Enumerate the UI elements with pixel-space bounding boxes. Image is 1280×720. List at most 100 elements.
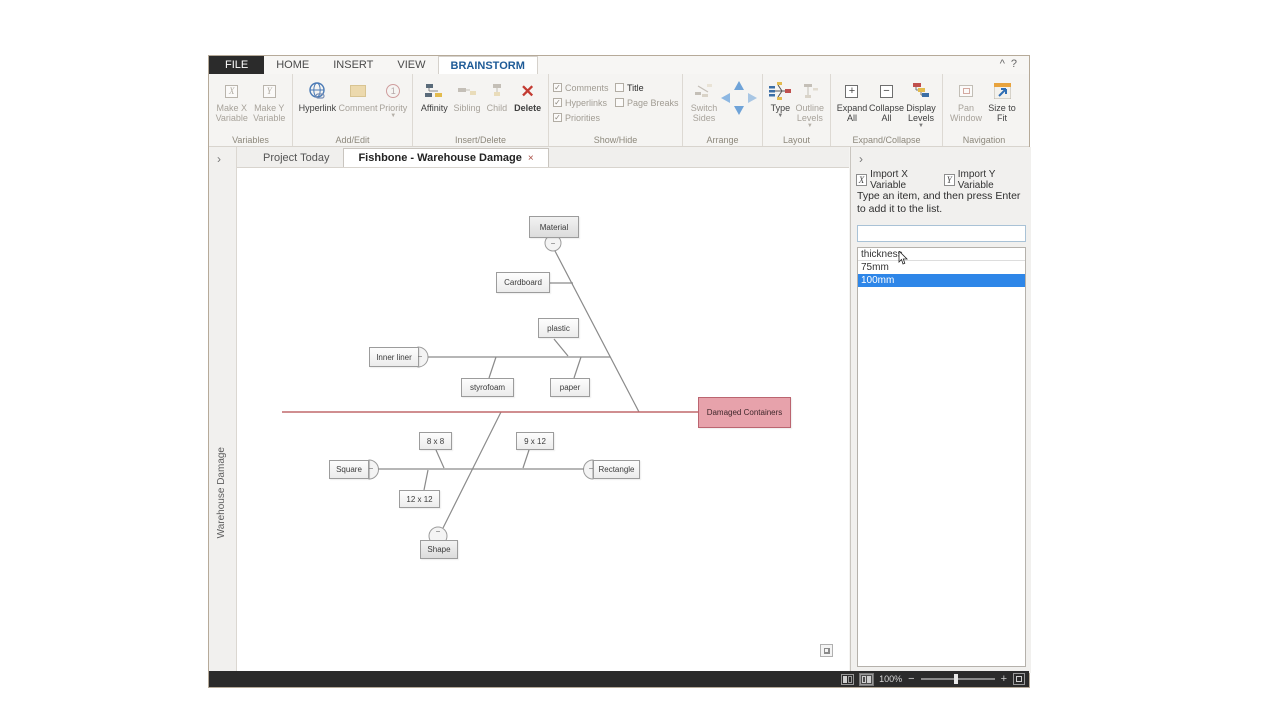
group-label-layout: Layout xyxy=(763,135,830,145)
zoom-in-button[interactable]: + xyxy=(1001,674,1007,685)
move-arrow-pad xyxy=(721,81,757,115)
map-view-icon[interactable] xyxy=(860,674,873,685)
priorities-checkbox[interactable]: Priorities xyxy=(553,110,615,125)
checkbox-checked-icon xyxy=(553,98,562,107)
variable-list[interactable]: thickness 75mm 100mm xyxy=(857,247,1026,667)
list-item-thickness[interactable]: thickness xyxy=(858,248,1025,261)
mouse-cursor-icon xyxy=(898,251,908,265)
outline-levels-button[interactable]: Outline Levels ▼ xyxy=(794,77,826,129)
switch-sides-button[interactable]: Switch Sides xyxy=(687,77,721,123)
arrow-right-icon[interactable] xyxy=(748,93,757,103)
square-collapse-minus[interactable]: − xyxy=(365,464,377,474)
doc-tab-fishbone-label: Fishbone - Warehouse Damage xyxy=(358,152,521,164)
pan-window-button[interactable]: Pan Window xyxy=(947,77,985,123)
display-levels-button[interactable]: Display Levels ▼ xyxy=(904,77,938,129)
zoom-out-button[interactable]: − xyxy=(908,674,914,685)
collapse-all-button[interactable]: − Collapse All xyxy=(869,77,904,123)
priority-button[interactable]: 1 Priority ▼ xyxy=(378,77,408,119)
make-x-variable-button[interactable]: X Make X Variable xyxy=(213,77,251,123)
variable-list-instruction: Type an item, and then press Enter to ad… xyxy=(857,190,1027,216)
group-label-show-hide: Show/Hide xyxy=(549,135,682,145)
arrow-left-icon[interactable] xyxy=(721,93,730,103)
list-item-75mm[interactable]: 75mm xyxy=(858,261,1025,274)
page-breaks-checkbox[interactable]: Page Breaks xyxy=(615,95,681,110)
diagram-node-inner-liner[interactable]: Inner liner xyxy=(369,347,419,367)
child-button[interactable]: Child xyxy=(482,77,511,113)
help-icon[interactable]: ? xyxy=(1011,58,1023,70)
display-levels-icon xyxy=(912,79,930,103)
expand-left-panel-chevron[interactable]: › xyxy=(217,152,221,166)
diagram-node-material[interactable]: Material xyxy=(529,216,579,238)
tab-home[interactable]: HOME xyxy=(264,56,321,74)
import-x-variable-button[interactable]: X Import X Variable xyxy=(856,169,940,191)
pan-window-icon xyxy=(959,79,973,103)
diagram-node-paper[interactable]: paper xyxy=(550,378,590,397)
list-item-100mm-selected[interactable]: 100mm xyxy=(858,274,1025,287)
inner-liner-collapse-minus[interactable]: − xyxy=(414,352,426,362)
material-collapse-minus[interactable]: − xyxy=(547,239,559,249)
hyperlinks-checkbox[interactable]: Hyperlinks xyxy=(553,95,615,110)
diagram-node-9x12[interactable]: 9 x 12 xyxy=(516,432,554,450)
diagram-node-square[interactable]: Square xyxy=(329,460,369,479)
variables-panel: › X Import X Variable Y Import Y Variabl… xyxy=(850,147,1031,673)
group-expand-collapse: + Expand All − Collapse All Display Leve… xyxy=(831,74,943,146)
sibling-node-icon xyxy=(457,79,477,103)
map-title-vertical-label: Warehouse Damage xyxy=(216,447,227,538)
doc-tab-fishbone[interactable]: Fishbone - Warehouse Damage × xyxy=(343,148,548,167)
group-label-add-edit: Add/Edit xyxy=(293,135,412,145)
close-tab-icon[interactable]: × xyxy=(528,153,534,164)
size-to-fit-icon xyxy=(994,79,1011,103)
title-checkbox[interactable]: Title xyxy=(615,80,681,95)
app-window: FILE HOME INSERT VIEW BRAINSTORM ^? X Ma… xyxy=(208,55,1030,688)
group-variables: X Make X Variable Y Make Y Variable Vari… xyxy=(209,74,293,146)
collapse-ribbon-icon[interactable]: ^ xyxy=(1000,58,1011,70)
arrow-down-icon[interactable] xyxy=(734,106,744,115)
group-label-insert-delete: Insert/Delete xyxy=(413,135,548,145)
delete-button[interactable]: ✕ Delete xyxy=(511,77,544,113)
diagram-node-cardboard[interactable]: Cardboard xyxy=(496,272,550,293)
expand-all-button[interactable]: + Expand All xyxy=(835,77,869,123)
comments-checkbox[interactable]: Comments xyxy=(553,80,615,95)
tab-insert[interactable]: INSERT xyxy=(321,56,385,74)
shape-collapse-minus[interactable]: − xyxy=(432,527,444,537)
checkbox-unchecked-icon xyxy=(615,83,624,92)
diagram-node-plastic[interactable]: plastic xyxy=(538,318,579,338)
diagram-canvas[interactable]: Material Cardboard plastic Inner liner s… xyxy=(237,168,849,673)
affinity-button[interactable]: Affinity xyxy=(417,77,452,113)
zoom-slider-thumb[interactable] xyxy=(954,674,958,684)
doc-tab-project-today[interactable]: Project Today xyxy=(249,149,343,167)
group-arrange: Switch Sides Arrange xyxy=(683,74,763,146)
hyperlink-button[interactable]: Hyperlink xyxy=(297,77,338,113)
rectangle-collapse-minus[interactable]: − xyxy=(585,464,597,474)
diagram-node-styrofoam[interactable]: styrofoam xyxy=(461,378,514,397)
new-item-input[interactable] xyxy=(857,225,1026,242)
diagram-node-12x12[interactable]: 12 x 12 xyxy=(399,490,440,508)
arrow-up-icon[interactable] xyxy=(734,81,744,90)
canvas-focus-icon[interactable] xyxy=(820,644,833,657)
size-to-fit-button[interactable]: Size to Fit xyxy=(985,77,1019,123)
import-y-variable-button[interactable]: Y Import Y Variable xyxy=(944,169,1027,191)
expand-right-panel-chevron[interactable]: › xyxy=(859,152,863,166)
diagram-node-damaged-containers[interactable]: Damaged Containers xyxy=(698,397,791,428)
outline-view-icon[interactable] xyxy=(841,674,854,685)
zoom-slider[interactable] xyxy=(921,678,995,680)
diagram-node-rectangle[interactable]: Rectangle xyxy=(593,460,640,479)
checkbox-checked-icon xyxy=(553,83,562,92)
type-dropdown-arrow: ▼ xyxy=(777,113,783,119)
status-bar: 100% − + xyxy=(209,671,1029,687)
make-y-variable-button[interactable]: Y Make Y Variable xyxy=(251,77,289,123)
plus-box-icon: + xyxy=(845,85,858,98)
fit-to-window-icon[interactable] xyxy=(1013,673,1025,685)
diagram-node-shape[interactable]: Shape xyxy=(420,540,458,559)
tab-file[interactable]: FILE xyxy=(209,56,264,74)
diagram-node-8x8[interactable]: 8 x 8 xyxy=(419,432,452,450)
tab-brainstorm[interactable]: BRAINSTORM xyxy=(438,56,538,74)
group-label-navigation: Navigation xyxy=(943,135,1025,145)
tab-view[interactable]: VIEW xyxy=(385,56,437,74)
priority-number-icon: 1 xyxy=(386,79,400,103)
sibling-button[interactable]: Sibling xyxy=(452,77,483,113)
type-button[interactable]: Type ▼ xyxy=(767,77,794,119)
comment-button[interactable]: Comment xyxy=(338,77,379,113)
group-label-arrange: Arrange xyxy=(683,135,762,145)
globe-hyperlink-icon xyxy=(307,79,327,103)
